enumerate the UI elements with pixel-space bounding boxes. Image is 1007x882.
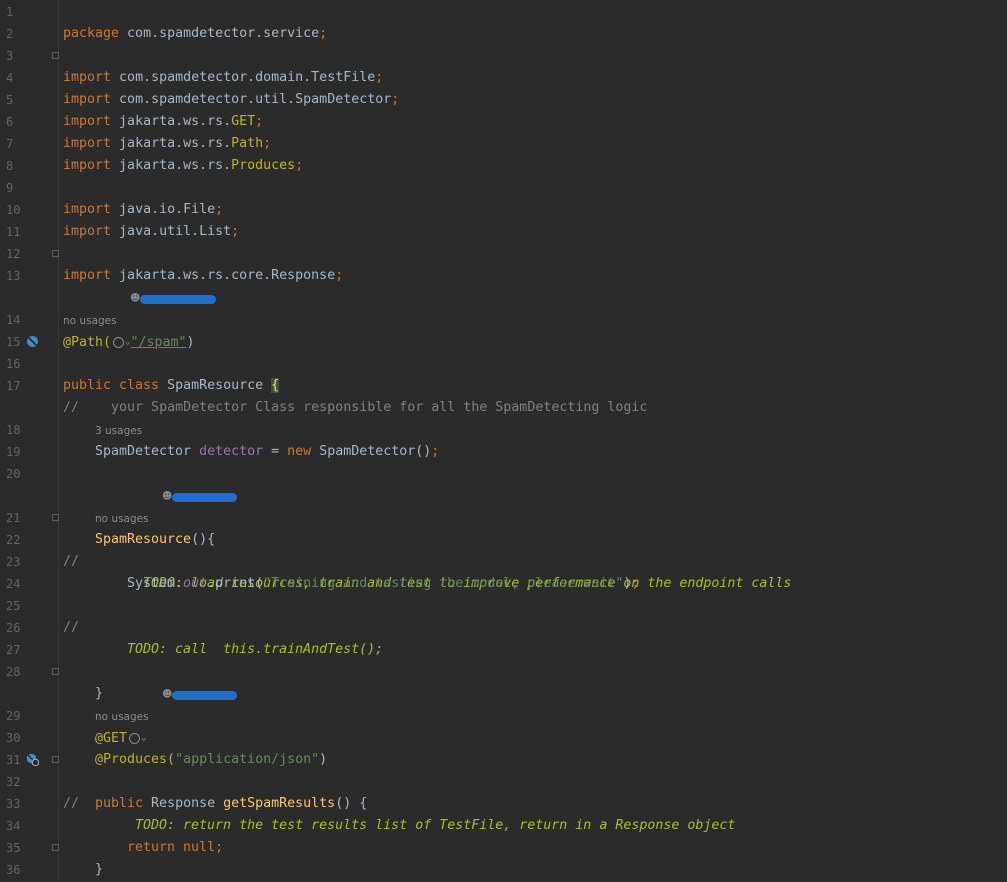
return-type: Response bbox=[143, 796, 224, 811]
code-line-12[interactable]: import jakarta.ws.rs.core.Response; bbox=[0, 243, 1007, 283]
comment-slashes: // bbox=[63, 796, 80, 811]
code-line-31[interactable]: public Response getSpamResults() { bbox=[0, 749, 1007, 811]
todo-comment: TODO: call this.trainAndTest(); bbox=[127, 642, 384, 657]
code-line-3[interactable]: import com.spamdetector.domain.TestFile; bbox=[0, 45, 1007, 85]
keyword: package bbox=[63, 26, 120, 41]
keyword: import bbox=[63, 158, 112, 173]
import-path: jakarta.ws.rs. bbox=[111, 158, 232, 173]
code-line-5[interactable]: import jakarta.ws.rs.GET; bbox=[0, 89, 1007, 129]
method-call: .print( bbox=[207, 576, 264, 591]
string-literal: "Training and testing the model, please … bbox=[263, 576, 624, 591]
import-path: jakarta.ws.rs.core.Response bbox=[111, 268, 336, 283]
code-line-22[interactable]: // TODO: load resources, train and test … bbox=[0, 529, 1007, 591]
import-path: java.util.List bbox=[111, 224, 232, 239]
code-line-4[interactable]: import com.spamdetector.util.SpamDetecto… bbox=[0, 67, 1007, 107]
usage-hint-row: no usages ☻ bbox=[0, 486, 1007, 525]
field-name: detector bbox=[199, 444, 264, 459]
semicolon: ; bbox=[631, 576, 640, 591]
keyword: public bbox=[95, 796, 144, 811]
usage-hint-row: no usages ☻ bbox=[0, 684, 1007, 723]
semicolon: ; bbox=[319, 26, 328, 41]
package-name: com.spamdetector.service bbox=[119, 26, 320, 41]
code-line-18[interactable]: SpamDetector detector = new SpamDetector… bbox=[0, 419, 1007, 459]
code-line-9[interactable]: import java.io.File; bbox=[0, 177, 1007, 217]
code-line-1[interactable]: package com.spamdetector.service; bbox=[0, 1, 1007, 41]
operator: = bbox=[263, 444, 288, 459]
code-line-10[interactable]: import java.util.List; bbox=[0, 199, 1007, 239]
person-icon: ☻ bbox=[130, 293, 141, 304]
code-line-28[interactable]: } bbox=[0, 661, 1007, 701]
usage-hint-row: no usages ☻ bbox=[0, 288, 1007, 327]
code-line-29[interactable]: @GET ⌄ bbox=[0, 705, 1007, 746]
semicolon: ; bbox=[335, 268, 344, 283]
code-line-23[interactable]: System.out.print("Training and testing t… bbox=[0, 551, 1007, 591]
keyword: import bbox=[63, 268, 112, 283]
class-ref: System. bbox=[127, 576, 184, 591]
semicolon: ; bbox=[431, 444, 440, 459]
annotation-name: Produces bbox=[231, 158, 296, 173]
fold-marker-icon[interactable] bbox=[52, 844, 59, 851]
web-endpoint-icon[interactable] bbox=[26, 753, 39, 766]
code-line-30[interactable]: @Produces("application/json") bbox=[0, 727, 1007, 767]
code-line-32[interactable]: // TODO: return the test results list of… bbox=[0, 771, 1007, 833]
fold-marker-icon[interactable] bbox=[52, 52, 59, 59]
fold-marker-icon[interactable] bbox=[52, 668, 59, 675]
fold-marker-icon[interactable] bbox=[52, 756, 59, 763]
comment-slashes: // bbox=[63, 620, 80, 635]
code-line-25[interactable]: // TODO: call this.trainAndTest(); bbox=[0, 595, 1007, 657]
type-name: SpamDetector bbox=[95, 444, 200, 459]
method-name: getSpamResults bbox=[223, 796, 336, 811]
code-line-7[interactable]: import jakarta.ws.rs.Produces; bbox=[0, 133, 1007, 173]
close-brace: } bbox=[95, 862, 104, 877]
person-icon: ☻ bbox=[162, 689, 173, 700]
redacted-author bbox=[172, 691, 237, 700]
fold-marker-icon[interactable] bbox=[52, 514, 59, 521]
code-line-17[interactable]: // your SpamDetector Class responsible f… bbox=[0, 375, 1007, 415]
parens-brace: () { bbox=[335, 796, 368, 811]
code-editor[interactable]: 1 2 3 4 5 6 7 8 9 10 11 12 13 14 15 16 17 18 19 20 21 22 23 24 2… bbox=[0, 0, 1007, 882]
keyword: import bbox=[63, 224, 112, 239]
usage-hint-row: 3 usages bbox=[0, 398, 1007, 437]
web-endpoint-icon[interactable] bbox=[26, 335, 39, 348]
code-line-6[interactable]: import jakarta.ws.rs.Path; bbox=[0, 111, 1007, 151]
code-line-35[interactable]: } bbox=[0, 837, 1007, 877]
redacted-author bbox=[140, 295, 216, 304]
static-field: out bbox=[183, 576, 208, 591]
keyword: new bbox=[287, 444, 312, 459]
person-icon: ☻ bbox=[162, 491, 173, 502]
code-line-15[interactable]: public class SpamResource { bbox=[0, 331, 1007, 393]
code-line-34[interactable]: return null; bbox=[0, 815, 1007, 855]
redacted-author bbox=[172, 493, 237, 502]
fold-marker-icon[interactable] bbox=[52, 250, 59, 257]
semicolon: ; bbox=[231, 224, 240, 239]
semicolon: ; bbox=[295, 158, 304, 173]
constructor-call: SpamDetector() bbox=[311, 444, 432, 459]
code-line-14[interactable]: @Path(⌄"/spam") bbox=[0, 309, 1007, 350]
code-line-21[interactable]: SpamResource(){ bbox=[0, 507, 1007, 547]
